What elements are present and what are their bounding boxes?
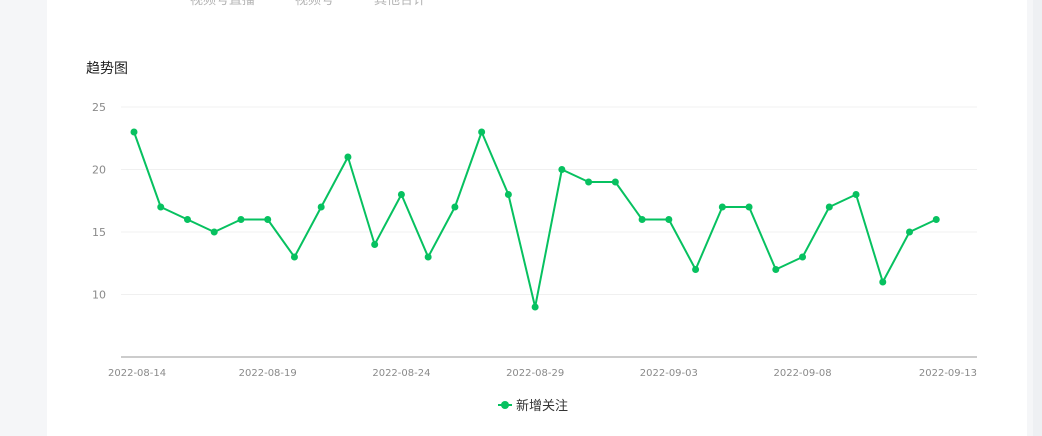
x-tick-label: 2022-09-13 <box>919 368 977 379</box>
data-point <box>397 191 405 198</box>
x-tick-label: 2022-09-08 <box>773 368 831 379</box>
data-point <box>451 203 459 211</box>
legend-line-dot-icon <box>498 400 512 410</box>
data-point <box>638 216 646 223</box>
data-point <box>371 241 379 248</box>
data-point <box>799 253 807 261</box>
data-point <box>237 216 245 223</box>
data-point <box>504 191 512 198</box>
data-point <box>692 266 700 273</box>
x-tick-label: 2022-08-14 <box>108 368 166 379</box>
data-point <box>317 203 325 211</box>
data-point <box>745 203 753 211</box>
data-point <box>879 278 887 286</box>
x-tick-label: 2022-08-19 <box>239 368 297 379</box>
data-point <box>718 203 726 211</box>
data-point <box>344 153 352 161</box>
y-tick-label: 20 <box>92 164 106 177</box>
data-point <box>157 203 165 211</box>
data-point <box>264 216 272 223</box>
data-point <box>478 128 486 136</box>
y-tick-label: 15 <box>92 226 106 239</box>
legend-label: 新增关注 <box>516 399 569 414</box>
y-tick-label: 25 <box>92 101 106 114</box>
data-point <box>611 178 619 186</box>
y-tick-label: 10 <box>92 289 106 302</box>
data-point <box>558 166 566 173</box>
trend-line-chart: 10 15 20 25 2022-08-14 2022-08-19 2022-08-24 20… <box>92 101 977 379</box>
legend-item-new-followers[interactable]: 新增关注 <box>498 395 568 414</box>
data-point <box>906 228 914 236</box>
series-line <box>133 131 937 308</box>
data-point <box>130 128 138 136</box>
data-point <box>290 253 298 261</box>
data-point <box>183 216 191 223</box>
data-point <box>210 228 218 236</box>
data-point <box>852 191 860 198</box>
data-point <box>424 253 432 261</box>
data-point <box>772 266 780 273</box>
x-tick-label: 2022-09-03 <box>640 368 698 379</box>
data-point <box>531 303 539 311</box>
x-tick-label: 2022-08-29 <box>506 368 564 379</box>
data-point <box>825 203 833 211</box>
data-point <box>932 216 940 223</box>
data-point <box>585 178 593 186</box>
x-tick-label: 2022-08-24 <box>372 368 430 379</box>
data-point <box>665 216 673 223</box>
